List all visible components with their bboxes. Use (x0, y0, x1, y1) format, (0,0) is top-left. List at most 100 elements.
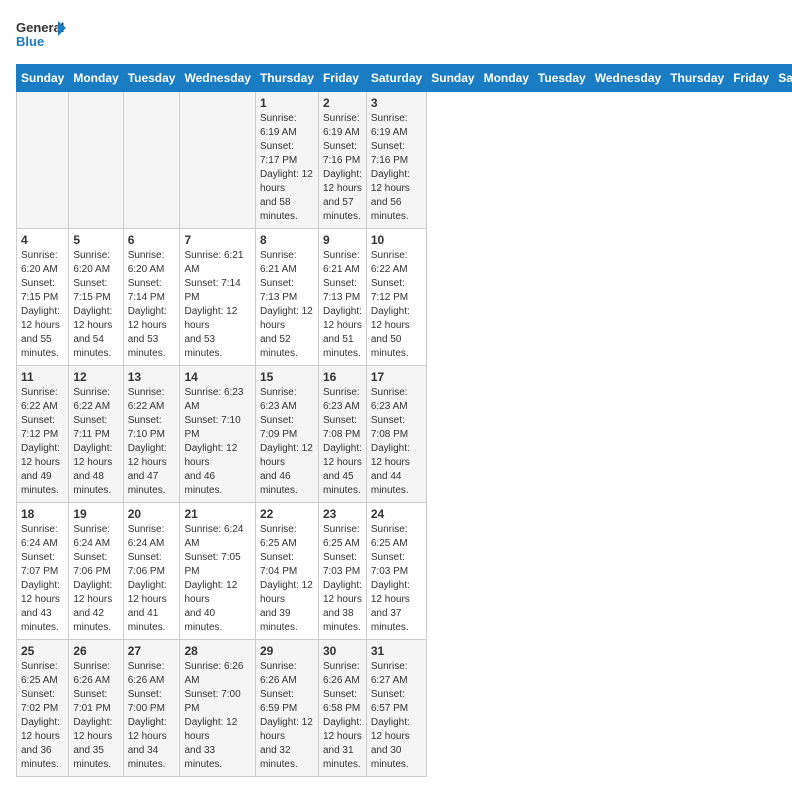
day-cell: 30Sunrise: 6:26 AM Sunset: 6:58 PM Dayli… (318, 640, 366, 777)
day-cell: 27Sunrise: 6:26 AM Sunset: 7:00 PM Dayli… (123, 640, 180, 777)
day-cell: 15 Sunrise: 6:23 AM Sunset: 7:09 PM Dayli… (255, 366, 318, 503)
day-info: Sunrise: 6:23 AM Sunset: 7:08 PM Dayligh… (323, 386, 362, 498)
day-number: 15 (260, 370, 314, 384)
day-info: Sunrise: 6:26 AM Sunset: 6:59 PM Dayligh… (260, 660, 314, 772)
day-cell: 12 Sunrise: 6:22 AM Sunset: 7:11 PM Dayli… (69, 366, 123, 503)
day-number: 11 (21, 370, 64, 384)
day-number: 5 (73, 233, 118, 247)
day-number: 29 (260, 644, 314, 658)
calendar-table: SundayMondayTuesdayWednesdayThursdayFrid… (16, 64, 792, 777)
day-cell: 18 Sunrise: 6:24 AM Sunset: 7:07 PM Dayli… (17, 503, 69, 640)
day-number: 17 (371, 370, 422, 384)
day-info: Sunrise: 6:21 AM Sunset: 7:13 PM Dayligh… (323, 249, 362, 361)
day-cell (69, 92, 123, 229)
col-header-wednesday: Wednesday (590, 65, 665, 92)
svg-text:Blue: Blue (16, 34, 44, 49)
day-info: Sunrise: 6:25 AM Sunset: 7:03 PM Dayligh… (323, 523, 362, 635)
day-info: Sunrise: 6:24 AM Sunset: 7:07 PM Dayligh… (21, 523, 64, 635)
col-header-saturday: Saturday (774, 65, 792, 92)
day-cell: 4 Sunrise: 6:20 AM Sunset: 7:15 PM Daylig… (17, 229, 69, 366)
header-wednesday: Wednesday (180, 65, 255, 92)
day-info: Sunrise: 6:19 AM Sunset: 7:17 PM Dayligh… (260, 112, 314, 224)
day-cell: 24Sunrise: 6:25 AM Sunset: 7:03 PM Dayli… (366, 503, 426, 640)
day-cell: 3 Sunrise: 6:19 AM Sunset: 7:16 PM Daylig… (366, 92, 426, 229)
day-number: 3 (371, 96, 422, 110)
day-cell: 5 Sunrise: 6:20 AM Sunset: 7:15 PM Daylig… (69, 229, 123, 366)
day-info: Sunrise: 6:25 AM Sunset: 7:02 PM Dayligh… (21, 660, 64, 772)
day-info: Sunrise: 6:21 AM Sunset: 7:13 PM Dayligh… (260, 249, 314, 361)
day-info: Sunrise: 6:24 AM Sunset: 7:06 PM Dayligh… (73, 523, 118, 635)
week-row-1: 1 Sunrise: 6:19 AM Sunset: 7:17 PM Daylig… (17, 92, 792, 229)
day-number: 14 (184, 370, 250, 384)
day-info: Sunrise: 6:22 AM Sunset: 7:12 PM Dayligh… (371, 249, 422, 361)
day-cell: 23 Sunrise: 6:25 AM Sunset: 7:03 PM Dayli… (318, 503, 366, 640)
day-cell: 29 Sunrise: 6:26 AM Sunset: 6:59 PM Dayli… (255, 640, 318, 777)
day-cell (123, 92, 180, 229)
day-info: Sunrise: 6:20 AM Sunset: 7:15 PM Dayligh… (21, 249, 64, 361)
day-number: 7 (184, 233, 250, 247)
day-info: Sunrise: 6:26 AM Sunset: 6:58 PM Dayligh… (323, 660, 362, 772)
day-number: 1 (260, 96, 314, 110)
day-number: 8 (260, 233, 314, 247)
day-number: 23 (323, 507, 362, 521)
day-info: Sunrise: 6:24 AM Sunset: 7:05 PM Dayligh… (184, 523, 250, 635)
day-number: 18 (21, 507, 64, 521)
header-thursday: Thursday (255, 65, 318, 92)
header-monday: Monday (69, 65, 123, 92)
day-info: Sunrise: 6:20 AM Sunset: 7:15 PM Dayligh… (73, 249, 118, 361)
day-info: Sunrise: 6:22 AM Sunset: 7:12 PM Dayligh… (21, 386, 64, 498)
day-number: 4 (21, 233, 64, 247)
col-header-thursday: Thursday (666, 65, 729, 92)
day-number: 27 (128, 644, 176, 658)
day-info: Sunrise: 6:27 AM Sunset: 6:57 PM Dayligh… (371, 660, 422, 772)
day-info: Sunrise: 6:22 AM Sunset: 7:11 PM Dayligh… (73, 386, 118, 498)
calendar-header-row: SundayMondayTuesdayWednesdayThursdayFrid… (17, 65, 792, 92)
day-number: 20 (128, 507, 176, 521)
day-number: 6 (128, 233, 176, 247)
day-cell: 14 Sunrise: 6:23 AM Sunset: 7:10 PM Dayli… (180, 366, 255, 503)
day-info: Sunrise: 6:19 AM Sunset: 7:16 PM Dayligh… (371, 112, 422, 224)
day-cell: 21Sunrise: 6:24 AM Sunset: 7:05 PM Dayli… (180, 503, 255, 640)
header-friday: Friday (318, 65, 366, 92)
day-info: Sunrise: 6:26 AM Sunset: 7:01 PM Dayligh… (73, 660, 118, 772)
day-number: 28 (184, 644, 250, 658)
day-info: Sunrise: 6:20 AM Sunset: 7:14 PM Dayligh… (128, 249, 176, 361)
header-sunday: Sunday (17, 65, 69, 92)
day-number: 19 (73, 507, 118, 521)
day-cell: 13 Sunrise: 6:22 AM Sunset: 7:10 PM Dayli… (123, 366, 180, 503)
day-cell (180, 92, 255, 229)
logo: General Blue (16, 16, 66, 56)
day-cell: 28Sunrise: 6:26 AM Sunset: 7:00 PM Dayli… (180, 640, 255, 777)
day-info: Sunrise: 6:23 AM Sunset: 7:09 PM Dayligh… (260, 386, 314, 498)
day-number: 12 (73, 370, 118, 384)
day-cell: 31 Sunrise: 6:27 AM Sunset: 6:57 PM Dayli… (366, 640, 426, 777)
day-cell: 22Sunrise: 6:25 AM Sunset: 7:04 PM Dayli… (255, 503, 318, 640)
day-cell (17, 92, 69, 229)
day-cell: 7 Sunrise: 6:21 AM Sunset: 7:14 PM Daylig… (180, 229, 255, 366)
col-header-friday: Friday (729, 65, 774, 92)
day-number: 26 (73, 644, 118, 658)
page-header: General Blue (16, 16, 776, 56)
day-number: 31 (371, 644, 422, 658)
col-header-sunday: Sunday (427, 65, 479, 92)
header-tuesday: Tuesday (123, 65, 180, 92)
day-info: Sunrise: 6:21 AM Sunset: 7:14 PM Dayligh… (184, 249, 250, 361)
day-number: 10 (371, 233, 422, 247)
day-number: 13 (128, 370, 176, 384)
day-number: 9 (323, 233, 362, 247)
day-number: 25 (21, 644, 64, 658)
day-cell: 10 Sunrise: 6:22 AM Sunset: 7:12 PM Dayli… (366, 229, 426, 366)
day-cell: 20Sunrise: 6:24 AM Sunset: 7:06 PM Dayli… (123, 503, 180, 640)
day-number: 2 (323, 96, 362, 110)
week-row-5: 25 Sunrise: 6:25 AM Sunset: 7:02 PM Dayli… (17, 640, 792, 777)
day-cell: 8 Sunrise: 6:21 AM Sunset: 7:13 PM Daylig… (255, 229, 318, 366)
day-cell: 6 Sunrise: 6:20 AM Sunset: 7:14 PM Daylig… (123, 229, 180, 366)
day-info: Sunrise: 6:23 AM Sunset: 7:10 PM Dayligh… (184, 386, 250, 498)
day-info: Sunrise: 6:19 AM Sunset: 7:16 PM Dayligh… (323, 112, 362, 224)
day-info: Sunrise: 6:25 AM Sunset: 7:04 PM Dayligh… (260, 523, 314, 635)
week-row-3: 11 Sunrise: 6:22 AM Sunset: 7:12 PM Dayli… (17, 366, 792, 503)
day-number: 24 (371, 507, 422, 521)
day-cell: 1 Sunrise: 6:19 AM Sunset: 7:17 PM Daylig… (255, 92, 318, 229)
day-info: Sunrise: 6:23 AM Sunset: 7:08 PM Dayligh… (371, 386, 422, 498)
day-info: Sunrise: 6:22 AM Sunset: 7:10 PM Dayligh… (128, 386, 176, 498)
